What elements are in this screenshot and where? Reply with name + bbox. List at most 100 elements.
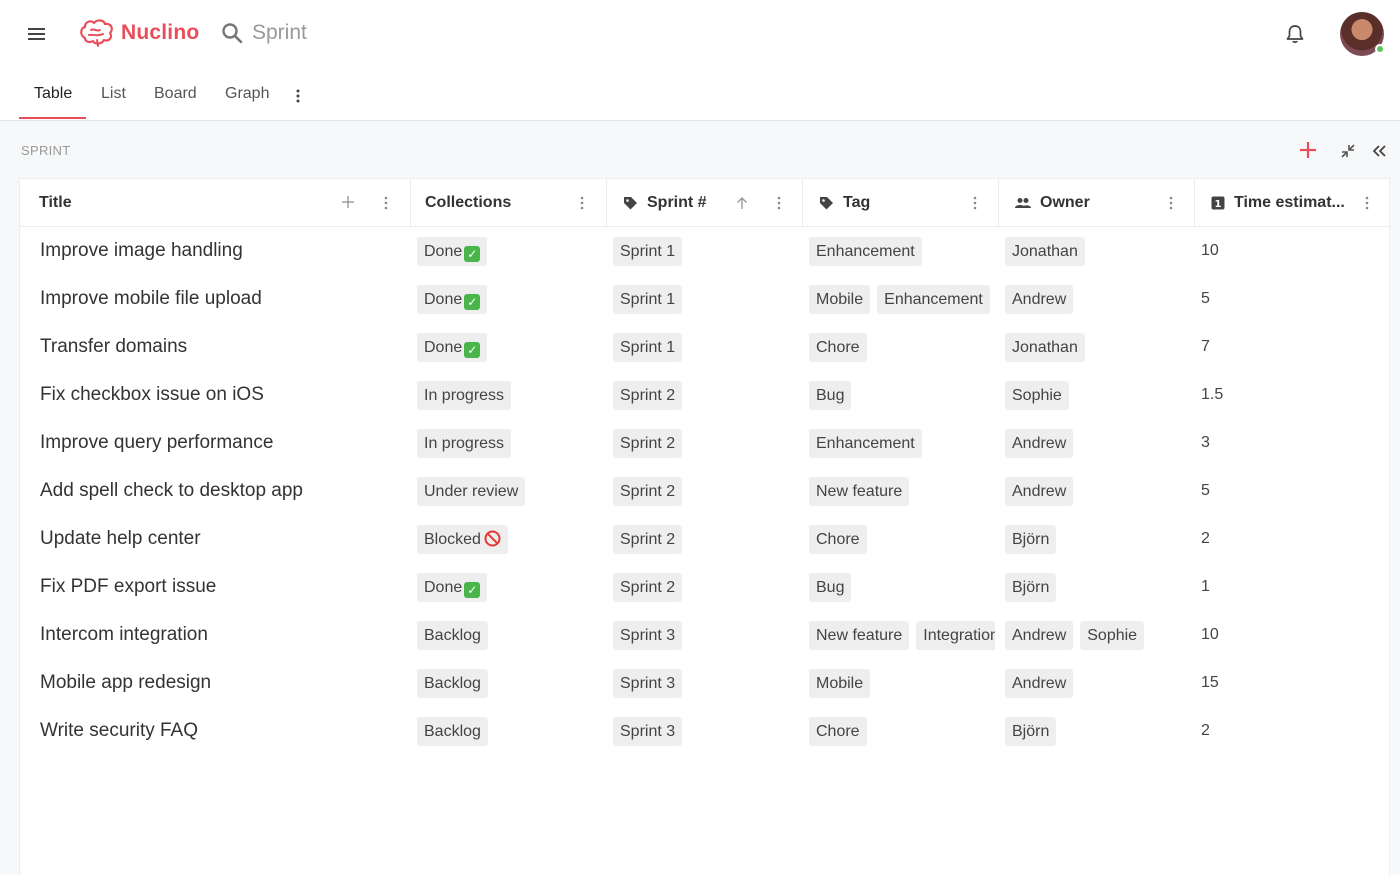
time-estimate-cell[interactable]: 10: [1201, 611, 1387, 659]
row-title[interactable]: Mobile app redesign: [40, 659, 400, 707]
tab-graph[interactable]: Graph: [225, 85, 269, 120]
table-row[interactable]: Improve mobile file upload Done ✓ Sprint 1 M…: [20, 275, 1391, 323]
time-estimate-cell[interactable]: 3: [1201, 419, 1387, 467]
column-menu-icon[interactable]: [1363, 196, 1371, 215]
collection-chip[interactable]: Done ✓: [417, 236, 488, 266]
collection-chip[interactable]: Done ✓: [417, 284, 488, 314]
owner-chip[interactable]: Björn: [1005, 524, 1057, 554]
collection-chip[interactable]: Backlog: [417, 668, 488, 698]
logo[interactable]: Nuclino: [79, 18, 199, 48]
time-estimate-cell[interactable]: 2: [1201, 707, 1387, 755]
owner-chip[interactable]: Andrew: [1005, 476, 1074, 506]
tag-chip[interactable]: New feature: [809, 620, 910, 650]
column-menu-icon[interactable]: [382, 196, 390, 215]
row-title[interactable]: Write security FAQ: [40, 707, 400, 755]
row-title[interactable]: Intercom integration: [40, 611, 400, 659]
owner-chip[interactable]: Björn: [1005, 572, 1057, 602]
time-estimate-cell[interactable]: 5: [1201, 275, 1387, 323]
search-input[interactable]: Sprint: [252, 21, 307, 45]
table-row[interactable]: Improve query performance In progress Spri…: [20, 419, 1391, 467]
tag-chip[interactable]: Integration: [916, 620, 995, 650]
collection-chip[interactable]: In progress: [417, 380, 512, 410]
owner-chip[interactable]: Andrew: [1005, 668, 1074, 698]
row-title[interactable]: Add spell check to desktop app: [40, 467, 400, 515]
row-title[interactable]: Fix checkbox issue on iOS: [40, 371, 400, 419]
row-title[interactable]: Transfer domains: [40, 323, 400, 371]
collection-chip[interactable]: Under review: [417, 476, 526, 506]
sprint-chip[interactable]: Sprint 1: [613, 332, 683, 362]
column-menu-icon[interactable]: [1167, 196, 1175, 215]
sprint-chip[interactable]: Sprint 2: [613, 476, 683, 506]
table-row[interactable]: Update help center Blocked Sprint 2 Chore Bj…: [20, 515, 1391, 563]
time-estimate-cell[interactable]: 2: [1201, 515, 1387, 563]
column-header-time-estimate[interactable]: 1 Time estimat...: [1195, 179, 1391, 227]
time-estimate-cell[interactable]: 10: [1201, 227, 1387, 275]
column-header-tag[interactable]: Tag: [803, 179, 999, 227]
table-row[interactable]: Write security FAQ Backlog Sprint 3 Chore Bj…: [20, 707, 1391, 755]
add-column-icon[interactable]: [340, 194, 356, 215]
column-header-sprint[interactable]: Sprint #: [607, 179, 803, 227]
table-row[interactable]: Improve image handling Done ✓ Sprint 1 Enhan…: [20, 227, 1391, 275]
collection-chip[interactable]: In progress: [417, 428, 512, 458]
owner-chip[interactable]: Björn: [1005, 716, 1057, 746]
owner-chip[interactable]: Andrew: [1005, 284, 1074, 314]
collection-chip[interactable]: Blocked: [417, 524, 508, 554]
tab-list[interactable]: List: [101, 85, 126, 120]
table-row[interactable]: Add spell check to desktop app Under revi…: [20, 467, 1391, 515]
table-row[interactable]: Transfer domains Done ✓ Sprint 1 Chore Jonath…: [20, 323, 1391, 371]
tag-chip[interactable]: Mobile: [809, 284, 871, 314]
sprint-chip[interactable]: Sprint 2: [613, 380, 683, 410]
add-icon[interactable]: [1298, 140, 1318, 165]
time-estimate-cell[interactable]: 1: [1201, 563, 1387, 611]
row-title[interactable]: Improve query performance: [40, 419, 400, 467]
tab-board[interactable]: Board: [154, 85, 197, 120]
row-title[interactable]: Fix PDF export issue: [40, 563, 400, 611]
owner-chip[interactable]: Jonathan: [1005, 332, 1085, 362]
collapse-icon[interactable]: [1339, 142, 1357, 165]
tag-chip[interactable]: Bug: [809, 380, 852, 410]
collection-chip[interactable]: Done ✓: [417, 572, 488, 602]
bell-icon[interactable]: [1284, 23, 1306, 50]
column-header-owner[interactable]: Owner: [999, 179, 1195, 227]
tag-chip[interactable]: Chore: [809, 716, 867, 746]
sort-ascending-icon[interactable]: [735, 195, 749, 216]
column-menu-icon[interactable]: [971, 196, 979, 215]
tag-chip[interactable]: Enhancement: [877, 284, 990, 314]
time-estimate-cell[interactable]: 7: [1201, 323, 1387, 371]
time-estimate-cell[interactable]: 1.5: [1201, 371, 1387, 419]
sprint-chip[interactable]: Sprint 1: [613, 236, 683, 266]
sprint-chip[interactable]: Sprint 2: [613, 428, 683, 458]
more-vertical-icon[interactable]: [292, 88, 304, 109]
sprint-chip[interactable]: Sprint 3: [613, 716, 683, 746]
owner-chip[interactable]: Sophie: [1080, 620, 1145, 650]
column-header-title[interactable]: Title: [20, 179, 411, 227]
avatar[interactable]: [1340, 12, 1385, 56]
owner-chip[interactable]: Jonathan: [1005, 236, 1085, 266]
sprint-chip[interactable]: Sprint 2: [613, 572, 683, 602]
table-row[interactable]: Mobile app redesign Backlog Sprint 3 Mobile…: [20, 659, 1391, 707]
tag-chip[interactable]: Chore: [809, 332, 867, 362]
tag-chip[interactable]: Enhancement: [809, 428, 922, 458]
column-menu-icon[interactable]: [775, 196, 783, 215]
time-estimate-cell[interactable]: 15: [1201, 659, 1387, 707]
table-row[interactable]: Fix checkbox issue on iOS In progress Spri…: [20, 371, 1391, 419]
sprint-chip[interactable]: Sprint 2: [613, 524, 683, 554]
row-title[interactable]: Improve image handling: [40, 227, 400, 275]
tag-chip[interactable]: New feature: [809, 476, 910, 506]
collection-chip[interactable]: Backlog: [417, 716, 488, 746]
column-menu-icon[interactable]: [578, 196, 586, 215]
owner-chip[interactable]: Andrew: [1005, 620, 1074, 650]
search-box[interactable]: Sprint: [221, 21, 307, 45]
tag-chip[interactable]: Bug: [809, 572, 852, 602]
table-row[interactable]: Fix PDF export issue Done ✓ Sprint 2 Bug Björ…: [20, 563, 1391, 611]
owner-chip[interactable]: Andrew: [1005, 428, 1074, 458]
tab-table[interactable]: Table: [34, 85, 72, 120]
tag-chip[interactable]: Mobile: [809, 668, 871, 698]
sprint-chip[interactable]: Sprint 3: [613, 620, 683, 650]
tag-chip[interactable]: Enhancement: [809, 236, 922, 266]
time-estimate-cell[interactable]: 5: [1201, 467, 1387, 515]
double-chevron-left-icon[interactable]: [1370, 142, 1388, 165]
sprint-chip[interactable]: Sprint 1: [613, 284, 683, 314]
table-row[interactable]: Intercom integration Backlog Sprint 3 New f…: [20, 611, 1391, 659]
owner-chip[interactable]: Sophie: [1005, 380, 1069, 410]
